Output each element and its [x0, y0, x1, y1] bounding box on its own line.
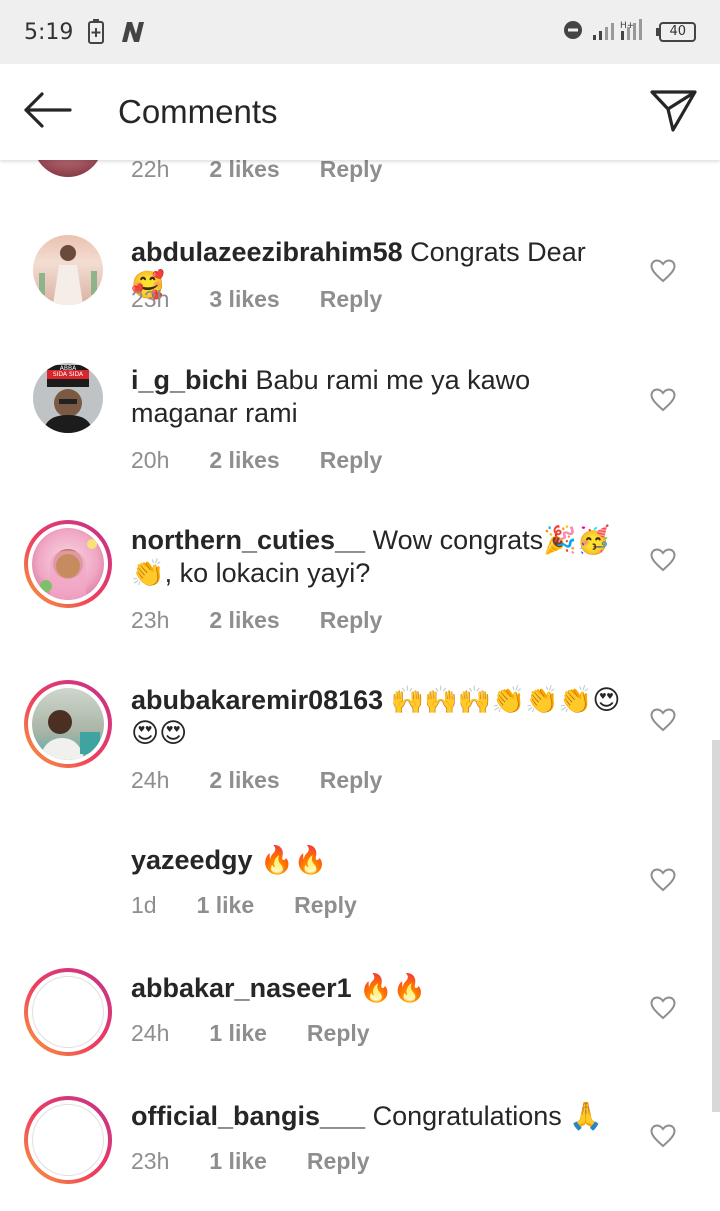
- comments-list[interactable]: 22h 2 likes Reply abdulazeezibrahim58 Co…: [0, 160, 720, 1211]
- comment-meta: 1d 1 like Reply: [131, 892, 397, 919]
- avatar[interactable]: [24, 1096, 112, 1184]
- comment-likes[interactable]: 2 likes: [209, 160, 279, 183]
- share-button[interactable]: [650, 88, 698, 137]
- like-heart-icon[interactable]: [650, 548, 676, 577]
- avatar[interactable]: ABBA SIDA SIDA: [24, 354, 112, 442]
- avatar[interactable]: [24, 680, 112, 768]
- comment-username[interactable]: northern_cuties__: [131, 525, 365, 555]
- comment-time: 22h: [131, 160, 170, 182]
- comment-text: yazeedgy 🔥🔥: [131, 844, 621, 877]
- comment-username[interactable]: abbakar_naseer1: [131, 973, 352, 1003]
- reply-button[interactable]: Reply: [320, 160, 383, 183]
- comment-likes[interactable]: 2 likes: [209, 447, 279, 474]
- comment-body: 🔥🔥: [260, 845, 328, 875]
- avatar-hat-text: SIDA SIDA: [52, 371, 84, 378]
- dnd-icon: [563, 20, 583, 44]
- like-heart-icon[interactable]: [650, 708, 676, 737]
- comment-body: Congratulations 🙏: [372, 1101, 603, 1131]
- comment-text: i_g_bichi Babu rami me ya kawo maganar r…: [131, 364, 621, 430]
- comment-meta: 23h 1 like Reply: [131, 1148, 410, 1175]
- comment-text: northern_cuties__ Wow congrats🎉🥳👏, ko lo…: [131, 524, 621, 590]
- like-heart-icon[interactable]: [650, 1124, 676, 1153]
- reply-button[interactable]: Reply: [320, 767, 383, 794]
- comment-text: abbakar_naseer1 🔥🔥: [131, 972, 621, 1005]
- comment-username[interactable]: abdulazeezibrahim58: [131, 237, 403, 267]
- signal-icon: H+: [593, 19, 649, 45]
- comment-time: 20h: [131, 447, 170, 473]
- comment-meta: 22h 2 likes Reply: [131, 160, 422, 183]
- comment-time: 24h: [131, 767, 170, 793]
- comment-meta: 24h 2 likes Reply: [131, 767, 422, 794]
- comment-time: 24h: [131, 1020, 170, 1046]
- comment-username[interactable]: i_g_bichi: [131, 365, 248, 395]
- comment-likes[interactable]: 2 likes: [209, 767, 279, 794]
- comment-time: 23h: [131, 286, 170, 312]
- comment-meta: 24h 1 like Reply: [131, 1020, 410, 1047]
- battery-icon: 40: [656, 22, 696, 42]
- comment-likes[interactable]: 1 like: [209, 1020, 267, 1047]
- like-heart-icon[interactable]: [650, 259, 676, 288]
- like-heart-icon[interactable]: [650, 996, 676, 1025]
- like-heart-icon[interactable]: [650, 868, 676, 897]
- reply-button[interactable]: Reply: [307, 1020, 370, 1047]
- battery-saver-icon: [87, 19, 105, 45]
- comment-meta: 20h 2 likes Reply: [131, 447, 422, 474]
- reply-button[interactable]: Reply: [320, 607, 383, 634]
- comment-likes[interactable]: 2 likes: [209, 607, 279, 634]
- comment-text: official_bangis___ Congratulations 🙏: [131, 1100, 621, 1133]
- comment-time: 23h: [131, 607, 170, 633]
- status-time: 5:19: [24, 19, 74, 45]
- header-bar: Comments: [0, 64, 720, 160]
- comment-username[interactable]: abubakaremir08163: [131, 685, 383, 715]
- comment-likes[interactable]: 1 like: [209, 1148, 267, 1175]
- avatar[interactable]: [24, 226, 112, 314]
- reply-button[interactable]: Reply: [307, 1148, 370, 1175]
- back-button[interactable]: [22, 91, 72, 133]
- comment-time: 1d: [131, 892, 157, 918]
- avatar[interactable]: [24, 520, 112, 608]
- reply-button[interactable]: Reply: [320, 286, 383, 313]
- avatar[interactable]: [24, 160, 112, 186]
- scrollbar[interactable]: [712, 740, 720, 1112]
- comment-likes[interactable]: 1 like: [197, 892, 255, 919]
- comment-username[interactable]: yazeedgy: [131, 845, 253, 875]
- comment-text: abubakaremir08163 🙌🙌🙌👏👏👏😍😍😍: [131, 684, 621, 750]
- comment-username[interactable]: official_bangis___: [131, 1101, 365, 1131]
- avatar[interactable]: [24, 840, 112, 928]
- comment-item-partial: 22h 2 likes Reply: [0, 160, 720, 206]
- avatar[interactable]: [24, 968, 112, 1056]
- comment-time: 23h: [131, 1148, 170, 1174]
- comment-body: 🔥🔥: [359, 973, 427, 1003]
- notification-n-icon: [119, 20, 147, 44]
- comment-likes[interactable]: 3 likes: [209, 286, 279, 313]
- reply-button[interactable]: Reply: [294, 892, 357, 919]
- comment-meta: 23h 3 likes Reply: [131, 286, 422, 313]
- like-heart-icon[interactable]: [650, 388, 676, 417]
- comment-meta: 23h 2 likes Reply: [131, 607, 422, 634]
- reply-button[interactable]: Reply: [320, 447, 383, 474]
- status-bar: 5:19 H+ 40: [0, 0, 720, 64]
- page-title: Comments: [118, 93, 278, 130]
